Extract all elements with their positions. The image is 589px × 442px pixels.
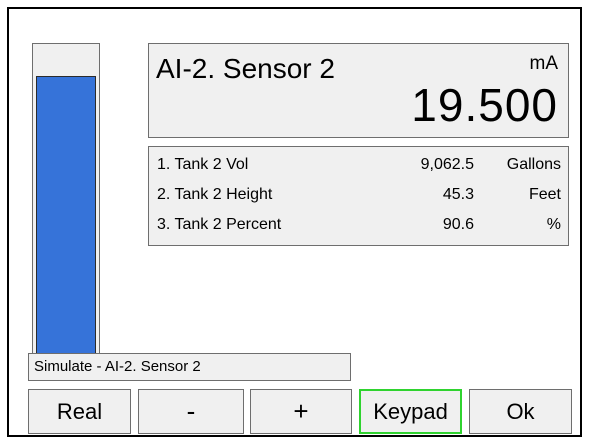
reading-label: 3. Tank 2 Percent — [157, 216, 282, 233]
simulate-label: Simulate - AI-2. Sensor 2 — [28, 353, 351, 381]
readings-table: 1. Tank 2 Vol 9,062.5 Gallons 2. Tank 2 … — [148, 146, 569, 246]
sensor-unit: mA — [529, 53, 559, 74]
decrement-button[interactable]: - — [138, 389, 244, 434]
reading-label: 2. Tank 2 Height — [157, 186, 273, 203]
reading-row: 3. Tank 2 Percent 90.6 % — [149, 213, 568, 237]
sensor-value: 19.500 — [411, 79, 558, 131]
ok-button[interactable]: Ok — [469, 389, 572, 434]
reading-unit: Gallons — [506, 156, 561, 173]
reading-label: 1. Tank 2 Vol — [157, 156, 249, 173]
level-bar-fill — [36, 76, 96, 356]
sensor-display: AI-2. Sensor 2 mA 19.500 — [148, 43, 569, 138]
reading-unit: Feet — [528, 186, 561, 203]
reading-value: 90.6 — [442, 216, 474, 233]
real-button[interactable]: Real — [28, 389, 131, 434]
reading-row: 1. Tank 2 Vol 9,062.5 Gallons — [149, 153, 568, 177]
level-bar — [32, 43, 100, 360]
reading-unit: % — [546, 216, 561, 233]
reading-value: 45.3 — [442, 186, 474, 203]
reading-row: 2. Tank 2 Height 45.3 Feet — [149, 183, 568, 207]
sensor-name: AI-2. Sensor 2 — [156, 53, 335, 84]
keypad-button[interactable]: Keypad — [359, 389, 462, 434]
reading-value: 9,062.5 — [420, 156, 474, 173]
increment-button[interactable]: + — [250, 389, 352, 434]
